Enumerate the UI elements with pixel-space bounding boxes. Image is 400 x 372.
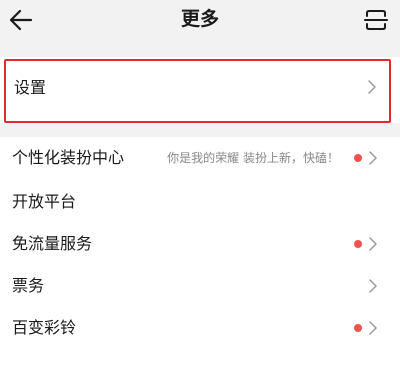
settings-row[interactable]: 设置	[4, 59, 391, 123]
scan-button[interactable]	[362, 6, 390, 34]
scan-icon	[364, 10, 388, 30]
list-item-open-platform[interactable]: 开放平台	[0, 181, 400, 223]
page-title: 更多	[180, 8, 219, 30]
chevron-right-icon	[369, 279, 377, 293]
item-label: 票务	[12, 276, 45, 295]
notification-dot	[354, 154, 362, 162]
notification-dot	[354, 240, 362, 248]
list-item-personalization[interactable]: 个性化装扮中心 你是我的荣耀 装扮上新，快磕！	[0, 137, 400, 179]
menu-list: 个性化装扮中心 你是我的荣耀 装扮上新，快磕！ 开放平台 免流量服务 票务 百变…	[0, 137, 400, 372]
item-label: 个性化装扮中心	[12, 148, 125, 167]
item-label: 免流量服务	[12, 234, 93, 253]
chevron-right-icon	[369, 151, 377, 165]
notification-dot	[354, 324, 362, 332]
item-label: 开放平台	[12, 192, 77, 211]
list-item-ringtone[interactable]: 百变彩铃	[0, 307, 400, 349]
list-item-free-data[interactable]: 免流量服务	[0, 223, 400, 265]
top-bar: 更多	[0, 0, 400, 44]
item-label: 百变彩铃	[12, 318, 77, 337]
chevron-right-icon	[369, 237, 377, 251]
chevron-right-icon	[368, 80, 376, 94]
list-item-tickets[interactable]: 票务	[0, 265, 400, 307]
settings-label: 设置	[14, 78, 47, 97]
item-hint: 你是我的荣耀 装扮上新，快磕！	[167, 151, 339, 165]
chevron-right-icon	[369, 321, 377, 335]
